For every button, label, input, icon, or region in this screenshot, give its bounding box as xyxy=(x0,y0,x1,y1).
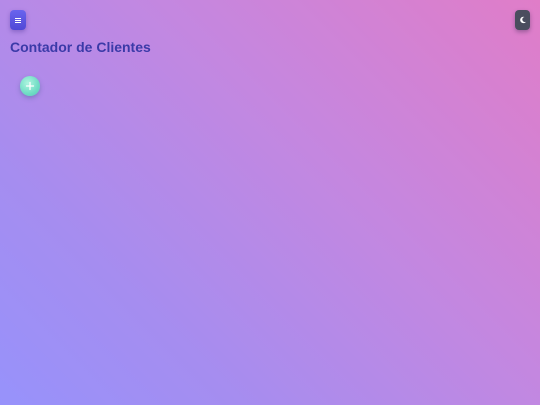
hamburger-menu-icon xyxy=(15,17,21,23)
page-title: Contador de Clientes xyxy=(10,39,151,55)
theme-toggle-button[interactable] xyxy=(515,10,530,30)
menu-button[interactable] xyxy=(10,10,26,30)
plus-icon xyxy=(25,81,35,91)
moon-icon xyxy=(519,16,526,24)
add-client-button[interactable] xyxy=(20,76,40,96)
